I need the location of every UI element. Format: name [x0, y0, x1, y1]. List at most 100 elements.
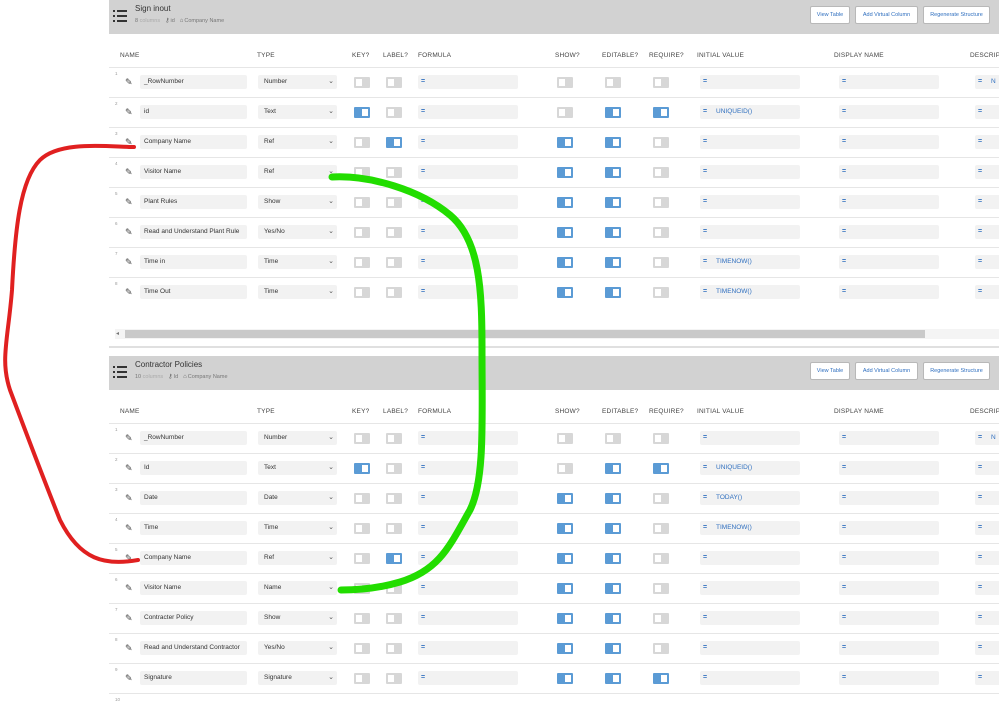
initial-value-field[interactable]: = UNIQUEID()	[700, 105, 800, 119]
key-toggle[interactable]	[354, 493, 370, 504]
description-field[interactable]: =	[975, 135, 999, 149]
column-name-field[interactable]: Read and Understand Plant Rule	[140, 225, 247, 239]
add-virtual-column-button[interactable]: Add Virtual Column	[855, 362, 918, 380]
formula-field[interactable]: =	[418, 641, 518, 655]
formula-field[interactable]: =	[418, 431, 518, 445]
editable-toggle[interactable]	[605, 463, 621, 474]
key-toggle[interactable]	[354, 553, 370, 564]
type-select[interactable]: Text ⌄	[258, 461, 337, 475]
initial-value-field[interactable]: =	[700, 551, 800, 565]
editable-toggle[interactable]	[605, 287, 621, 298]
type-select[interactable]: Time ⌄	[258, 521, 337, 535]
type-select[interactable]: Yes/No ⌄	[258, 641, 337, 655]
initial-value-field[interactable]: =	[700, 641, 800, 655]
label-toggle[interactable]	[386, 613, 402, 624]
initial-value-field[interactable]: =	[700, 611, 800, 625]
formula-field[interactable]: =	[418, 461, 518, 475]
display-name-field[interactable]: =	[839, 611, 939, 625]
initial-value-field[interactable]: = TODAY()	[700, 491, 800, 505]
initial-value-field[interactable]: =	[700, 165, 800, 179]
edit-icon[interactable]: ✎	[125, 258, 134, 267]
column-name-field[interactable]: Company Name	[140, 135, 247, 149]
menu-icon[interactable]	[113, 366, 127, 378]
column-name-field[interactable]: Id	[140, 461, 247, 475]
editable-toggle[interactable]	[605, 493, 621, 504]
initial-value-field[interactable]: = TIMENOW()	[700, 521, 800, 535]
display-name-field[interactable]: =	[839, 581, 939, 595]
key-toggle[interactable]	[354, 463, 370, 474]
display-name-field[interactable]: =	[839, 75, 939, 89]
key-toggle[interactable]	[354, 227, 370, 238]
initial-value-field[interactable]: = TIMENOW()	[700, 285, 800, 299]
show-toggle[interactable]	[557, 227, 573, 238]
editable-toggle[interactable]	[605, 137, 621, 148]
initial-value-field[interactable]: =	[700, 581, 800, 595]
formula-field[interactable]: =	[418, 285, 518, 299]
key-toggle[interactable]	[354, 523, 370, 534]
display-name-field[interactable]: =	[839, 641, 939, 655]
type-select[interactable]: Ref ⌄	[258, 135, 337, 149]
editable-toggle[interactable]	[605, 77, 621, 88]
edit-icon[interactable]: ✎	[125, 644, 134, 653]
formula-field[interactable]: =	[418, 521, 518, 535]
require-toggle[interactable]	[653, 227, 669, 238]
type-select[interactable]: Time ⌄	[258, 255, 337, 269]
formula-field[interactable]: =	[418, 225, 518, 239]
type-select[interactable]: Yes/No ⌄	[258, 225, 337, 239]
editable-toggle[interactable]	[605, 673, 621, 684]
require-toggle[interactable]	[653, 493, 669, 504]
type-select[interactable]: Time ⌄	[258, 285, 337, 299]
show-toggle[interactable]	[557, 137, 573, 148]
formula-field[interactable]: =	[418, 491, 518, 505]
formula-field[interactable]: =	[418, 581, 518, 595]
horizontal-scrollbar[interactable]: ◂	[115, 329, 999, 339]
show-toggle[interactable]	[557, 643, 573, 654]
column-name-field[interactable]: Signature	[140, 671, 247, 685]
initial-value-field[interactable]: =	[700, 225, 800, 239]
label-toggle[interactable]	[386, 463, 402, 474]
key-toggle[interactable]	[354, 137, 370, 148]
label-toggle[interactable]	[386, 493, 402, 504]
show-toggle[interactable]	[557, 107, 573, 118]
description-field[interactable]: =	[975, 225, 999, 239]
description-field[interactable]: =	[975, 641, 999, 655]
show-toggle[interactable]	[557, 433, 573, 444]
column-name-field[interactable]: _RowNumber	[140, 431, 247, 445]
label-toggle[interactable]	[386, 257, 402, 268]
display-name-field[interactable]: =	[839, 285, 939, 299]
edit-icon[interactable]: ✎	[125, 554, 134, 563]
display-name-field[interactable]: =	[839, 195, 939, 209]
label-toggle[interactable]	[386, 227, 402, 238]
editable-toggle[interactable]	[605, 433, 621, 444]
editable-toggle[interactable]	[605, 553, 621, 564]
edit-icon[interactable]: ✎	[125, 464, 134, 473]
column-name-field[interactable]: Time Out	[140, 285, 247, 299]
initial-value-field[interactable]: =	[700, 75, 800, 89]
label-toggle[interactable]	[386, 107, 402, 118]
display-name-field[interactable]: =	[839, 225, 939, 239]
description-field[interactable]: = N	[975, 75, 999, 89]
key-toggle[interactable]	[354, 107, 370, 118]
show-toggle[interactable]	[557, 523, 573, 534]
description-field[interactable]: =	[975, 551, 999, 565]
initial-value-field[interactable]: =	[700, 195, 800, 209]
initial-value-field[interactable]: = TIMENOW()	[700, 255, 800, 269]
description-field[interactable]: =	[975, 581, 999, 595]
column-name-field[interactable]: Visitor Name	[140, 581, 247, 595]
display-name-field[interactable]: =	[839, 135, 939, 149]
edit-icon[interactable]: ✎	[125, 228, 134, 237]
description-field[interactable]: =	[975, 255, 999, 269]
key-toggle[interactable]	[354, 613, 370, 624]
type-select[interactable]: Number ⌄	[258, 431, 337, 445]
key-toggle[interactable]	[354, 197, 370, 208]
require-toggle[interactable]	[653, 257, 669, 268]
require-toggle[interactable]	[653, 77, 669, 88]
label-toggle[interactable]	[386, 553, 402, 564]
show-toggle[interactable]	[557, 257, 573, 268]
editable-toggle[interactable]	[605, 257, 621, 268]
editable-toggle[interactable]	[605, 107, 621, 118]
formula-field[interactable]: =	[418, 611, 518, 625]
label-toggle[interactable]	[386, 523, 402, 534]
require-toggle[interactable]	[653, 613, 669, 624]
column-name-field[interactable]: Company Name	[140, 551, 247, 565]
